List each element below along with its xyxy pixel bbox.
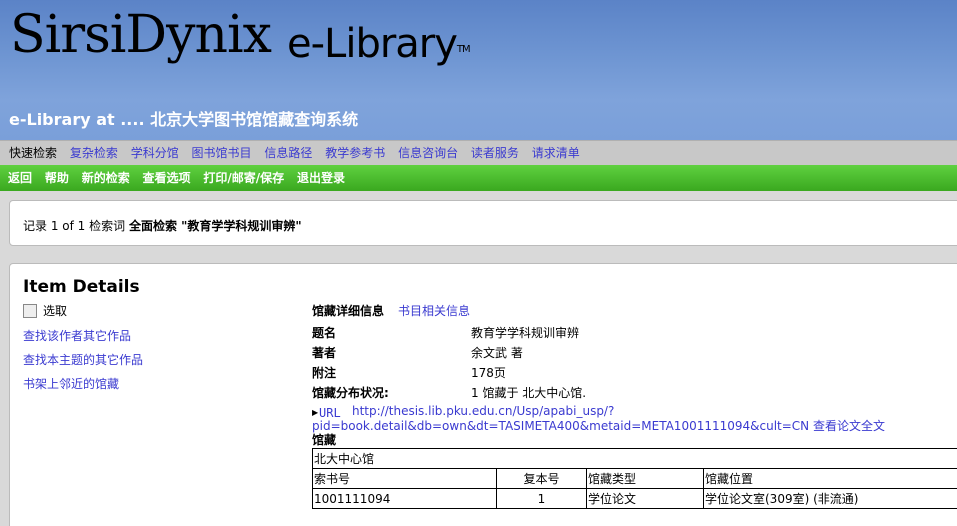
nav-library-catalog[interactable]: 图书馆书目 [192,141,252,165]
results-text: 记录 1 of 1 检索词 全面检索 "教育学学科规训审辨" [23,217,302,234]
select-label: 选取 [43,304,68,318]
library-row: 北大中心馆 [312,448,957,469]
library-name: 北大中心馆 [312,448,957,469]
nav-reader-services[interactable]: 读者服务 [471,141,519,165]
site-title: e-Library at .... 北京大学图书馆馆藏查询系统 [9,110,359,129]
holdings-heading: 馆藏 [312,433,337,447]
logo-subtitle-text: e-Library [287,21,458,67]
view-options-button[interactable]: 查看选项 [143,165,191,191]
field-label: 著者 [312,346,337,360]
select-row: 选取 [23,302,67,319]
logo-subtitle: e-LibraryTM [287,14,471,74]
find-subject-works-link[interactable]: 查找本主题的其它作品 [23,351,143,368]
print-email-save-button[interactable]: 打印/邮寄/保存 [203,165,284,191]
logout-button[interactable]: 退出登录 [297,165,345,191]
arrow-right-icon: ▶ [312,408,319,417]
copy-number: 1 [496,488,587,509]
call-number: 1001111094 [312,488,497,509]
back-button[interactable]: 返回 [8,165,32,191]
field-label: 附注 [312,366,337,380]
main-nav: 快速检索 复杂检索 学科分馆 图书馆书目 信息路径 教学参考书 信息咨询台 读者… [0,140,957,165]
item-details-title: Item Details [23,277,140,297]
field-value: 余文武 著 [471,346,523,360]
logo: SirsiDynix [10,5,272,65]
item-record: 馆藏详细信息 书目相关信息 题名 教育学学科规训审辨 著者 余文武 著 附注 1… [312,302,957,509]
results-summary: 记录 1 of 1 检索词 全面检索 "教育学学科规训审辨" [9,200,957,246]
header-location: 馆藏位置 [703,468,957,489]
table-header-row: 索书号 复本号 馆藏类型 馆藏位置 [312,468,957,489]
field-value: 178页 [471,366,506,380]
field-value: 教育学学科规训审辨 [471,326,580,340]
find-author-works-link[interactable]: 查找该作者其它作品 [23,327,131,344]
header-copy-number: 复本号 [496,468,587,489]
action-toolbar: 返回 帮助 新的检索 查看选项 打印/邮寄/保存 退出登录 [0,165,957,191]
header-banner: SirsiDynix e-LibraryTM e-Library at ....… [0,0,957,140]
field-label: 馆藏分布状况: [312,386,389,400]
field-value: 1 馆藏于 北大中心馆. [471,386,587,400]
logo-trademark: TM [456,44,471,55]
nav-quick-search[interactable]: 快速检索 [9,141,57,165]
location: 学位论文室(309室) (非流通) [703,488,957,509]
record-tabs: 馆藏详细信息 书目相关信息 [312,302,957,320]
select-checkbox[interactable] [23,304,37,318]
search-query: 全面检索 "教育学学科规训审辨" [128,219,302,233]
header-call-number: 索书号 [312,468,497,489]
new-search-button[interactable]: 新的检索 [82,165,130,191]
header-item-type: 馆藏类型 [586,468,704,489]
holdings-table: 北大中心馆 索书号 复本号 馆藏类型 馆藏位置 1001111094 1 学位论… [312,448,957,509]
help-button[interactable]: 帮助 [45,165,69,191]
nav-advanced-search[interactable]: 复杂检索 [70,141,118,165]
fulltext-url-link-continued[interactable]: pid=book.detail&db=own&dt=TASIMETA400&me… [312,419,957,434]
tab-bibliographic-info[interactable]: 书目相关信息 [398,302,470,319]
nav-info-desk[interactable]: 信息咨询台 [398,141,458,165]
field-label: 题名 [312,326,337,340]
item-type: 学位论文 [586,488,704,509]
results-count: 记录 1 of 1 检索词 [23,219,126,233]
nav-info-paths[interactable]: 信息路径 [264,141,312,165]
table-row: 1001111094 1 学位论文 学位论文室(309室) (非流通) [312,488,957,509]
fulltext-url-link[interactable]: http://thesis.lib.pku.edu.cn/Usp/apabi_u… [352,404,932,419]
tab-holdings-details[interactable]: 馆藏详细信息 [312,302,384,319]
nearby-on-shelf-link[interactable]: 书架上邻近的馆藏 [23,375,119,392]
item-details-panel: Item Details 选取 查找该作者其它作品 查找本主题的其它作品 书架上… [9,263,957,526]
url-label: URL [319,406,341,420]
nav-request-list[interactable]: 请求清单 [532,141,580,165]
nav-course-reserves[interactable]: 教学参考书 [325,141,385,165]
nav-subject-branches[interactable]: 学科分馆 [131,141,179,165]
